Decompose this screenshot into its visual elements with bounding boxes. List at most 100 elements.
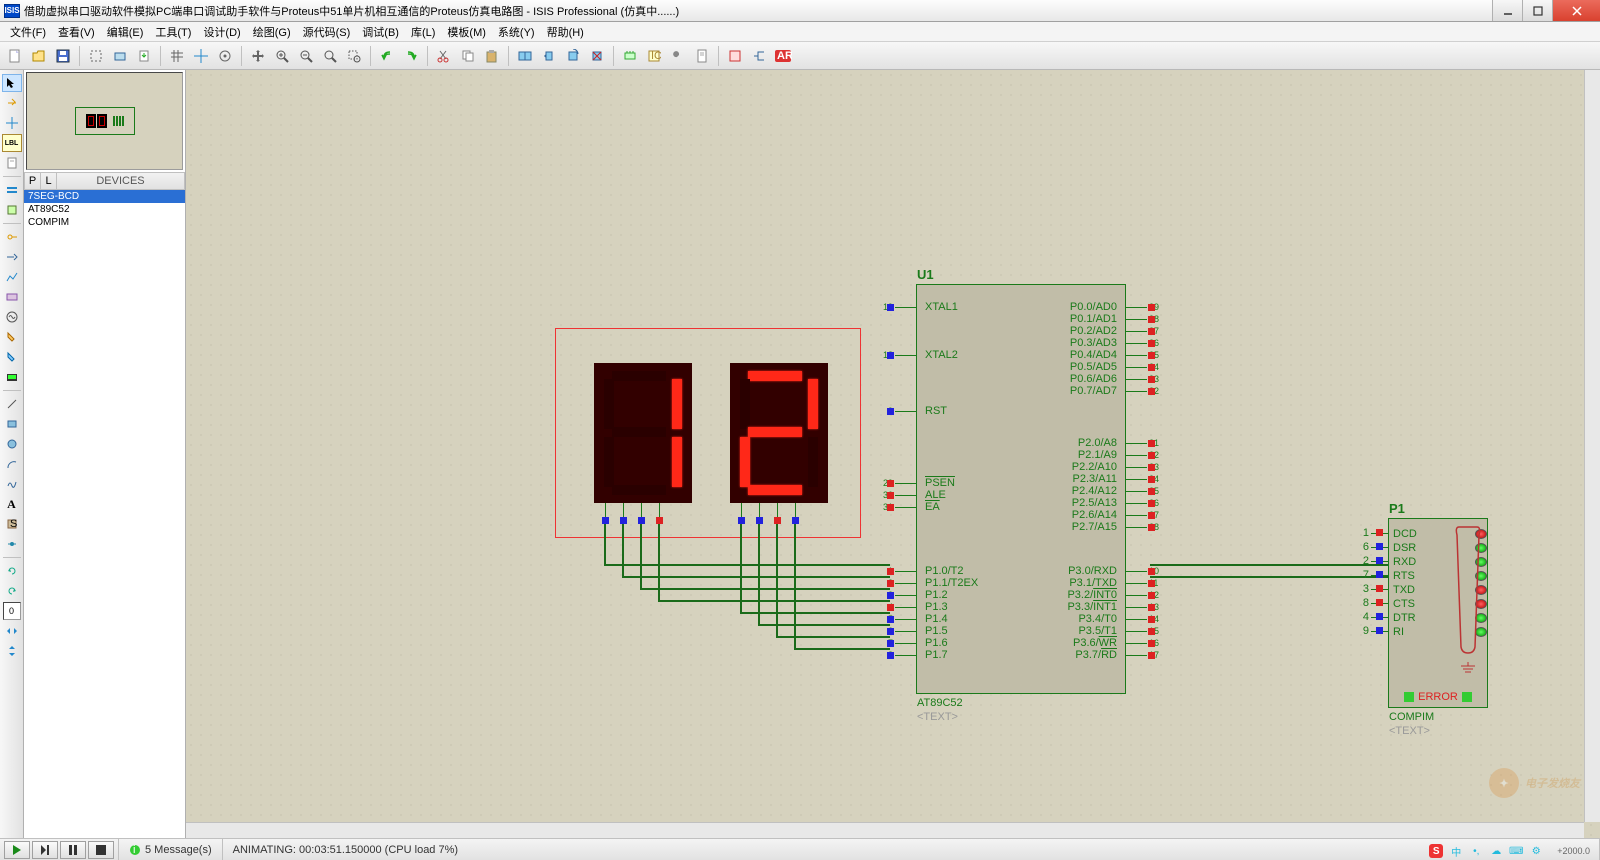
menu-item[interactable]: 绘图(G) xyxy=(247,22,297,42)
seven-segment-digit-1[interactable] xyxy=(594,363,692,503)
tray-keyboard-icon[interactable]: ⌨ xyxy=(1509,844,1523,858)
zoom-region-button[interactable] xyxy=(343,45,365,67)
seven-segment-digit-2[interactable] xyxy=(730,363,828,503)
grid-button[interactable] xyxy=(166,45,188,67)
minimize-button[interactable] xyxy=(1492,0,1522,21)
paste-button[interactable] xyxy=(481,45,503,67)
pin-tool[interactable] xyxy=(2,248,22,266)
flip-h-tool[interactable] xyxy=(2,622,22,640)
copy-button[interactable] xyxy=(457,45,479,67)
rotate-ccw-tool[interactable] xyxy=(2,582,22,600)
tray-icons: S 中 •, ☁ ⌨ ⚙ +2000.0 xyxy=(1429,844,1590,858)
pick-device-button[interactable] xyxy=(619,45,641,67)
canvas-vscrollbar[interactable] xyxy=(1584,70,1600,822)
label-tool[interactable]: LBL xyxy=(2,134,22,152)
instrument-tool[interactable] xyxy=(2,368,22,386)
redo-button[interactable] xyxy=(400,45,422,67)
generator-tool[interactable] xyxy=(2,308,22,326)
close-button[interactable] xyxy=(1552,0,1600,21)
rotate-cw-tool[interactable] xyxy=(2,562,22,580)
make-device-button[interactable]: IC xyxy=(643,45,665,67)
marker-tool[interactable] xyxy=(2,535,22,553)
arc-tool[interactable] xyxy=(2,455,22,473)
angle-input[interactable]: 0 xyxy=(3,602,21,620)
schematic-canvas[interactable]: U1 AT89C52 <TEXT> 19XTAL118XTAL29RST29PS… xyxy=(186,70,1600,838)
menu-item[interactable]: 编辑(E) xyxy=(101,22,150,42)
text-tool[interactable]: A xyxy=(2,495,22,513)
report-button[interactable] xyxy=(691,45,713,67)
terminal-tool[interactable] xyxy=(2,228,22,246)
graph-tool[interactable] xyxy=(2,268,22,286)
script-tool[interactable] xyxy=(2,154,22,172)
device-list[interactable]: 7SEG-BCDAT89C52COMPIM xyxy=(24,190,185,838)
menu-item[interactable]: 查看(V) xyxy=(52,22,101,42)
compim-port[interactable]: P1 COMPIM <TEXT> DCD1DSR6RXD2RTS7TXD3CTS… xyxy=(1388,518,1488,708)
tray-chat-icon[interactable]: 中 xyxy=(1449,844,1463,858)
circle-tool[interactable] xyxy=(2,435,22,453)
symbol-tool[interactable]: S xyxy=(2,515,22,533)
seven-segment-group[interactable] xyxy=(555,328,861,538)
line-tool[interactable] xyxy=(2,395,22,413)
probe-v-tool[interactable] xyxy=(2,328,22,346)
import-button[interactable] xyxy=(133,45,155,67)
menu-item[interactable]: 帮助(H) xyxy=(541,22,590,42)
sim-pause-button[interactable] xyxy=(60,841,86,859)
origin-button[interactable] xyxy=(214,45,236,67)
open-file-button[interactable] xyxy=(28,45,50,67)
probe-i-tool[interactable] xyxy=(2,348,22,366)
erc-button[interactable] xyxy=(724,45,746,67)
mcu-at89c52[interactable]: U1 AT89C52 <TEXT> 19XTAL118XTAL29RST29PS… xyxy=(916,284,1126,694)
flip-v-tool[interactable] xyxy=(2,642,22,660)
cut-button[interactable] xyxy=(433,45,455,67)
tray-gear-icon[interactable]: ⚙ xyxy=(1529,844,1543,858)
menu-item[interactable]: 库(L) xyxy=(405,22,441,42)
new-file-button[interactable] xyxy=(4,45,26,67)
device-list-item[interactable]: AT89C52 xyxy=(24,203,185,216)
menu-item[interactable]: 工具(T) xyxy=(149,22,197,42)
menu-item[interactable]: 模板(M) xyxy=(441,22,492,42)
device-list-item[interactable]: COMPIM xyxy=(24,216,185,229)
crosshair-button[interactable] xyxy=(190,45,212,67)
subcircuit-tool[interactable] xyxy=(2,201,22,219)
component-tool[interactable] xyxy=(2,94,22,112)
block-move-button[interactable] xyxy=(538,45,560,67)
path-tool[interactable] xyxy=(2,475,22,493)
tray-dot-icon[interactable]: •, xyxy=(1469,844,1483,858)
device-list-item[interactable]: 7SEG-BCD xyxy=(24,190,185,203)
block-delete-button[interactable] xyxy=(586,45,608,67)
wrench-button[interactable] xyxy=(667,45,689,67)
left-toolstrip: LBL A S 0 xyxy=(0,70,24,838)
menu-item[interactable]: 源代码(S) xyxy=(297,22,357,42)
ares-button[interactable]: ARES xyxy=(772,45,794,67)
save-file-button[interactable] xyxy=(52,45,74,67)
zoom-fit-button[interactable] xyxy=(319,45,341,67)
block-rotate-button[interactable] xyxy=(562,45,584,67)
sim-step-button[interactable] xyxy=(32,841,58,859)
zoom-in-button[interactable] xyxy=(271,45,293,67)
canvas-hscrollbar[interactable] xyxy=(186,822,1584,838)
block-copy-button[interactable] xyxy=(514,45,536,67)
box-tool[interactable] xyxy=(2,415,22,433)
tray-cloud-icon[interactable]: ☁ xyxy=(1489,844,1503,858)
select-tool[interactable] xyxy=(2,74,22,92)
junction-tool[interactable] xyxy=(2,114,22,132)
sim-play-button[interactable] xyxy=(4,841,30,859)
undo-button[interactable] xyxy=(376,45,398,67)
menu-item[interactable]: 调试(B) xyxy=(356,22,405,42)
status-messages[interactable]: i 5 Message(s) xyxy=(119,839,223,860)
netlist-button[interactable] xyxy=(748,45,770,67)
menu-item[interactable]: 系统(Y) xyxy=(492,22,541,42)
menu-item[interactable]: 文件(F) xyxy=(4,22,52,42)
recorder-tool[interactable] xyxy=(2,288,22,306)
print-area-button[interactable] xyxy=(109,45,131,67)
tray-s-icon[interactable]: S xyxy=(1429,844,1443,858)
library-button[interactable]: L xyxy=(41,173,57,189)
sim-stop-button[interactable] xyxy=(88,841,114,859)
pick-button[interactable]: P xyxy=(25,173,41,189)
menu-item[interactable]: 设计(D) xyxy=(197,22,246,42)
pan-button[interactable] xyxy=(247,45,269,67)
bus-tool[interactable] xyxy=(2,181,22,199)
maximize-button[interactable] xyxy=(1522,0,1552,21)
zoom-out-button[interactable] xyxy=(295,45,317,67)
section-button[interactable] xyxy=(85,45,107,67)
